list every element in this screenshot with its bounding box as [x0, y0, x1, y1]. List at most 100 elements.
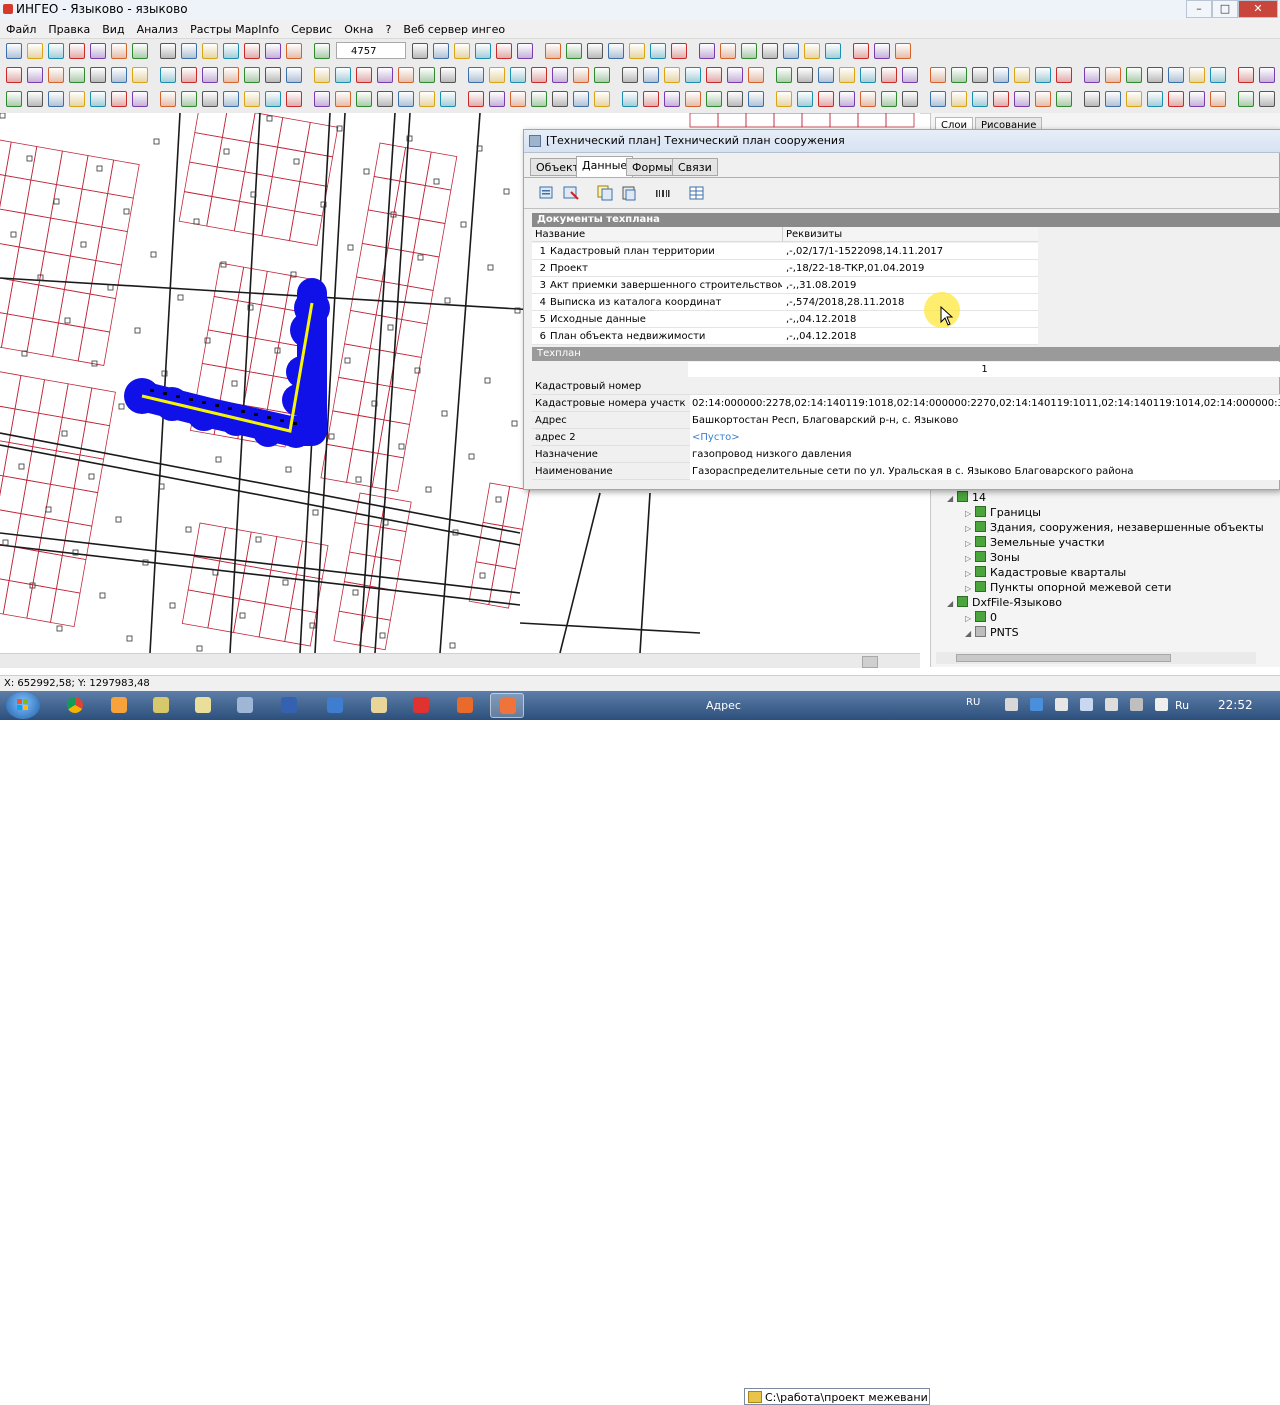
toolbar-tool-icon[interactable] — [244, 67, 260, 83]
toolbar-tool-icon[interactable] — [853, 43, 869, 59]
tray-icon[interactable] — [1080, 698, 1093, 711]
document-row[interactable]: 6 План объекта недвижимости ,-,,04.12.2018 — [532, 328, 1038, 345]
toolbar-tool-icon[interactable] — [706, 91, 722, 107]
toolbar-tool-icon[interactable] — [748, 91, 764, 107]
toolbar-tool-icon[interactable] — [335, 91, 351, 107]
layer-tree-item[interactable]: ▷ Пункты опорной межевой сети — [965, 581, 1171, 596]
start-button[interactable] — [6, 692, 40, 719]
toolbar-tool-icon[interactable] — [804, 43, 820, 59]
toolbar-tool-icon[interactable] — [433, 43, 449, 59]
toolbar-tool-icon[interactable] — [881, 67, 897, 83]
toolbar-tool-icon[interactable] — [223, 43, 239, 59]
map-scroll-thumb[interactable] — [862, 656, 878, 668]
col-requisites-header[interactable]: Реквизиты — [782, 227, 1038, 242]
layers-scroll-thumb[interactable] — [956, 654, 1171, 662]
toolbar-tool-icon[interactable] — [48, 67, 64, 83]
toolbar-tool-icon[interactable] — [398, 91, 414, 107]
tray-language[interactable]: Ru — [1175, 699, 1189, 712]
menu-windows[interactable]: Окна — [338, 23, 379, 36]
toolbar-tool-icon[interactable] — [685, 67, 701, 83]
menu-rasters[interactable]: Растры MapInfo — [184, 23, 285, 36]
toolbar-tool-icon[interactable] — [874, 43, 890, 59]
toolbar-tool-icon[interactable] — [664, 91, 680, 107]
toolbar-tool-icon[interactable] — [160, 91, 176, 107]
toolbar-tool-icon[interactable] — [825, 43, 841, 59]
document-icon[interactable] — [228, 693, 262, 718]
toolbar-tool-icon[interactable] — [1259, 91, 1275, 107]
toolbar-tool-icon[interactable] — [1105, 91, 1121, 107]
toolbar-tool-icon[interactable] — [496, 43, 512, 59]
toolbar-tool-icon[interactable] — [622, 91, 638, 107]
toolbar-tool-icon[interactable] — [356, 91, 372, 107]
property-row[interactable]: Кадастровые номера участков 02:14:000000:… — [532, 395, 1280, 412]
toolbar-tool-icon[interactable] — [314, 67, 330, 83]
toolbar-tool-icon[interactable] — [727, 67, 743, 83]
notepad-icon[interactable] — [144, 693, 178, 718]
toolbar-tool-icon[interactable] — [860, 67, 876, 83]
toolbar-tool-icon[interactable] — [90, 91, 106, 107]
toolbar-tool-icon[interactable] — [1210, 67, 1226, 83]
document-row[interactable]: 4 Выписка из каталога координат ,-,574/201… — [532, 294, 1038, 311]
toolbar-tool-icon[interactable] — [6, 67, 22, 83]
toolbar-tool-icon[interactable] — [265, 43, 281, 59]
toolbar-tool-icon[interactable] — [818, 67, 834, 83]
toolbar-tool-icon[interactable] — [1189, 91, 1205, 107]
word-icon[interactable] — [272, 693, 306, 718]
toolbar-tool-icon[interactable] — [552, 91, 568, 107]
toolbar-tool-icon[interactable] — [181, 43, 197, 59]
layer-tree-item[interactable]: ◢ PNTS — [965, 626, 1019, 641]
layer-tree-item[interactable]: ◢ DxfFile-Языково — [947, 596, 1062, 611]
toolbar-tool-icon[interactable] — [454, 43, 470, 59]
map-scrollbar[interactable] — [0, 653, 920, 668]
pdf-icon[interactable] — [448, 693, 482, 718]
tray-icon[interactable] — [1055, 698, 1068, 711]
toolbar-tool-icon[interactable] — [356, 67, 372, 83]
maximize-button[interactable]: □ — [1212, 0, 1238, 18]
toolbar-tool-icon[interactable] — [972, 91, 988, 107]
collapse-arrow-icon[interactable]: ◢ — [947, 494, 957, 503]
toolbar-tool-icon[interactable] — [720, 43, 736, 59]
toolbar-tool-icon[interactable] — [531, 91, 547, 107]
toolbar-tool-icon[interactable] — [244, 43, 260, 59]
toolbar-tool-icon[interactable] — [90, 43, 106, 59]
tray-icon[interactable] — [1155, 698, 1168, 711]
toolbar-tool-icon[interactable] — [1238, 67, 1254, 83]
toolbar-tool-icon[interactable] — [643, 91, 659, 107]
toolbar-tool-icon[interactable] — [762, 43, 778, 59]
toolbar-tool-icon[interactable] — [1084, 91, 1100, 107]
property-value[interactable]: Газораспределительные сети по ул. Уральс… — [690, 463, 1280, 480]
toolbar-tool-icon[interactable] — [27, 67, 43, 83]
collapse-arrow-icon[interactable]: ◢ — [947, 599, 957, 608]
toolbar-tool-icon[interactable] — [727, 91, 743, 107]
toolbar-tool-icon[interactable] — [797, 67, 813, 83]
property-value[interactable]: Башкортостан Респ, Благоварский р-н, с. … — [690, 412, 1280, 429]
toolbar-tool-icon[interactable] — [314, 91, 330, 107]
property-value[interactable]: 02:14:000000:2278,02:14:140119:1018,02:1… — [690, 395, 1280, 412]
expand-arrow-icon[interactable]: ▷ — [965, 509, 975, 518]
property-value[interactable]: газопровод низкого давления — [690, 446, 1280, 463]
firefox-icon[interactable] — [102, 693, 136, 718]
document-row[interactable]: 5 Исходные данные ,-,,04.12.2018 — [532, 311, 1038, 328]
toolbar-tool-icon[interactable] — [1168, 91, 1184, 107]
property-row[interactable]: адрес 2 <Пусто> — [532, 429, 1280, 446]
toolbar-tool-icon[interactable] — [1259, 67, 1275, 83]
toolbar-tool-icon[interactable] — [748, 67, 764, 83]
toolbar-tool-icon[interactable] — [1189, 67, 1205, 83]
barcode-icon[interactable] — [654, 184, 672, 202]
tab-links[interactable]: Связи — [672, 158, 718, 176]
menu-edit[interactable]: Правка — [42, 23, 96, 36]
toolbar-tool-icon[interactable] — [181, 67, 197, 83]
address-input[interactable]: C:\работа\проект межевани — [744, 1388, 930, 1405]
menu-help[interactable]: ? — [379, 23, 397, 36]
toolbar-tool-icon[interactable] — [6, 91, 22, 107]
toolbar-tool-icon[interactable] — [881, 91, 897, 107]
toolbar-tool-icon[interactable] — [223, 67, 239, 83]
toolbar-tool-icon[interactable] — [839, 67, 855, 83]
layer-tree-item[interactable]: ▷ 0 — [965, 611, 997, 626]
delete-record-icon[interactable] — [562, 184, 580, 202]
expand-arrow-icon[interactable]: ▷ — [965, 554, 975, 563]
toolbar-tool-icon[interactable] — [48, 43, 64, 59]
toolbar-tool-icon[interactable] — [132, 43, 148, 59]
menu-file[interactable]: Файл — [0, 23, 42, 36]
layer-tree-item[interactable]: ▷ Земельные участки — [965, 536, 1105, 551]
